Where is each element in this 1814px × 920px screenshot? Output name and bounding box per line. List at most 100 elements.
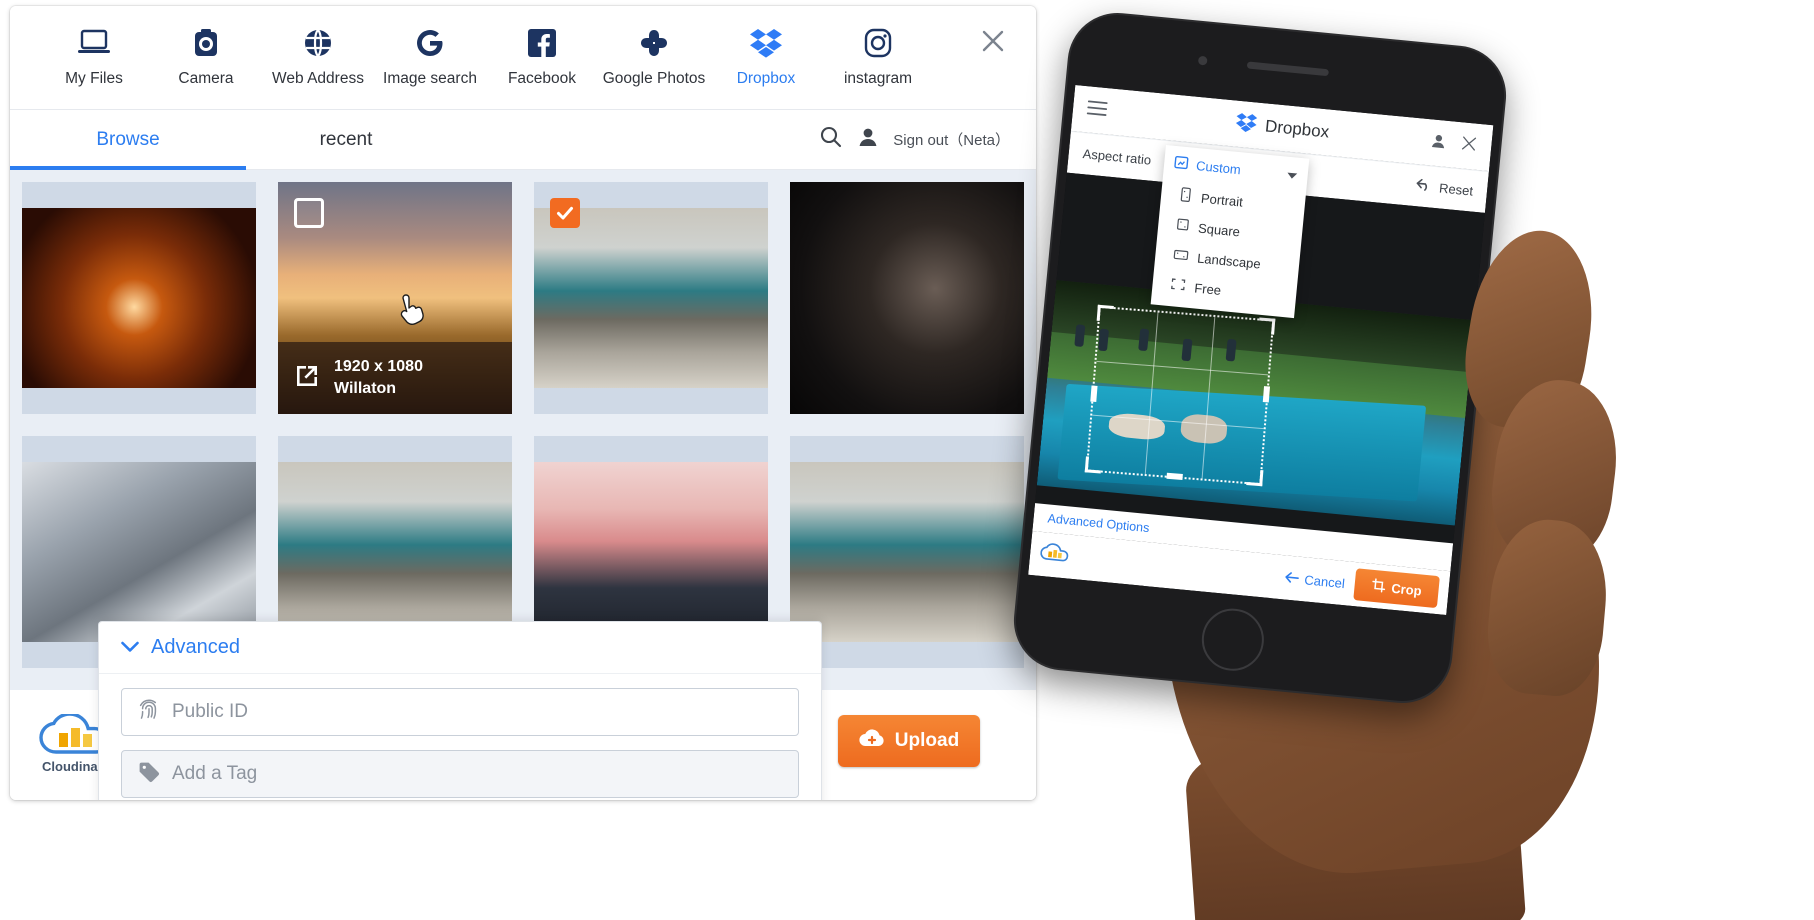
public-id-field[interactable]: Public ID [121,688,799,736]
phone-photo-area: Dropbox Aspect ratio Reset Custom Portra… [1009,0,1814,920]
crop-handle-left[interactable] [1090,385,1098,402]
crop-handle-top-right[interactable] [1258,317,1276,335]
cancel-button[interactable]: Cancel [1284,570,1346,591]
gallery-item-aerial-sunset-forest[interactable]: 1920 x 1080 Willaton [278,182,512,414]
undo-icon [1416,178,1433,194]
close-dialog-button[interactable] [976,24,1010,58]
crop-handle-bottom-left[interactable] [1084,456,1102,474]
tag-icon [138,761,160,788]
caption-text: 1920 x 1080 Willaton [334,356,423,399]
reset-label: Reset [1438,180,1474,199]
phone-app-title: Dropbox [1264,116,1331,142]
advanced-label: Advanced [151,636,240,658]
phone-advanced-options-label: Advanced Options [1046,511,1151,536]
crop-button[interactable]: Crop [1353,568,1440,609]
dropbox-icon [749,22,783,64]
crop-gridline [1092,414,1264,430]
screenshot-root: My Files Camera Web Address Image search [0,0,1814,920]
crop-handle-top-left[interactable] [1096,304,1114,322]
image-dimensions: 1920 x 1080 [334,358,423,376]
selection-checkbox[interactable] [550,198,580,228]
source-tab-dropbox[interactable]: Dropbox [710,22,822,125]
mouse-cursor [400,294,426,331]
chevron-down-icon [121,636,139,659]
close-icon[interactable] [1459,134,1478,158]
cloud-upload-icon [859,728,885,754]
selection-checkbox[interactable] [294,198,324,228]
reset-button[interactable]: Reset [1416,178,1474,199]
phone-brand: Dropbox [1234,111,1330,145]
portrait-icon [1178,187,1193,206]
smartphone-device: Dropbox Aspect ratio Reset Custom Portra… [1009,8,1511,708]
crop-button-label: Crop [1390,580,1423,599]
sign-out-link[interactable]: Sign out（Neta） [893,129,1010,150]
upload-button[interactable]: Upload [838,715,980,767]
advanced-panel: Advanced Public ID Add a Tag [98,621,822,800]
phone-header-actions [1429,131,1478,157]
square-icon [1175,216,1190,235]
advanced-toggle[interactable]: Advanced [99,622,821,674]
source-tab-label: Dropbox [736,70,796,87]
hamburger-menu-icon[interactable] [1086,99,1108,122]
source-tab-label: Google Photos [602,70,706,87]
tab-recent[interactable]: recent [246,110,446,170]
upload-widget-dialog: My Files Camera Web Address Image search [10,6,1036,800]
source-tab-facebook[interactable]: Facebook [486,22,598,108]
globe-icon [303,22,333,64]
tag-placeholder: Add a Tag [172,763,258,784]
aspect-option-label: Free [1193,279,1222,298]
person-icon[interactable] [857,126,879,153]
phone-speaker [1246,61,1329,77]
person-icon[interactable] [1429,132,1447,154]
aspect-option-label: Portrait [1200,190,1244,210]
aspect-ratio-label: Aspect ratio [1082,146,1152,168]
aspect-option-label: Square [1197,220,1241,239]
crop-handle-right[interactable] [1262,385,1271,403]
phone-front-camera [1197,55,1208,66]
gallery-item-portrait-dark[interactable] [790,182,1024,414]
google-photos-icon [639,22,669,64]
crop-handle-bottom-right[interactable] [1246,469,1264,487]
check-icon [557,206,573,220]
thumbnail [278,462,512,642]
laptop-icon [77,22,111,64]
public-id-placeholder: Public ID [172,701,249,722]
gallery-item-man-bench-hat-1[interactable] [534,182,768,414]
google-g-icon [415,22,445,64]
source-tab-label: Web Address [272,70,364,87]
crop-handle-bottom[interactable] [1166,472,1183,480]
instagram-icon [864,22,892,64]
thumbnail [22,208,256,388]
search-icon[interactable] [819,125,843,154]
caret-down-icon [1286,166,1298,182]
gallery-item-man-bench-hat-3[interactable] [790,436,1024,668]
source-tab-web-address[interactable]: Web Address [262,22,374,108]
source-tab-label: instagram [843,70,913,87]
facebook-icon [528,22,556,64]
crop-selection-box[interactable] [1084,304,1276,487]
aspect-ratio-dropdown: Custom Portrait Square Landscape Free [1150,145,1310,319]
gallery-grid: 1920 x 1080 Willaton [22,182,1024,668]
source-tab-my-files[interactable]: My Files [38,22,150,108]
custom-crop-icon [1173,154,1189,172]
source-tab-image-search[interactable]: Image search [374,22,486,108]
cloudinary-cloud-icon [1039,541,1071,569]
upload-button-label: Upload [894,730,960,751]
tab-browse[interactable]: Browse [10,110,246,170]
tab-browse-label: Browse [96,128,160,150]
phone-home-button[interactable] [1199,605,1267,674]
source-tab-bar: My Files Camera Web Address Image search [10,6,1036,125]
source-tab-camera[interactable]: Camera [150,22,262,108]
source-tab-google-photos[interactable]: Google Photos [598,22,710,108]
free-crop-icon [1170,277,1186,294]
source-tab-label: Facebook [507,70,577,87]
crop-gridline [1201,316,1215,479]
thumbnail [534,462,768,642]
gallery-item-light-painting-forest[interactable] [22,182,256,414]
thumbnail [22,462,256,642]
image-gallery: 1920 x 1080 Willaton [10,170,1036,690]
tag-field[interactable]: Add a Tag [121,750,799,798]
source-tab-instagram[interactable]: instagram [822,22,934,108]
cancel-label: Cancel [1303,571,1346,591]
thumbnail [534,208,768,388]
